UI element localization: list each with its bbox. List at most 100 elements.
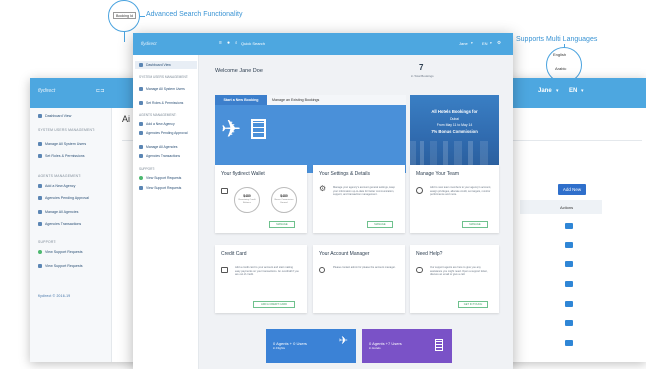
support-icon xyxy=(38,250,42,254)
flights-stat-plane-icon: ✈ xyxy=(338,335,348,347)
wallet-balance-1: $480 xyxy=(243,194,251,198)
team-icon xyxy=(416,187,423,194)
lock-icon xyxy=(139,101,143,105)
search-callout-text: Advanced Search Functionality xyxy=(146,11,243,18)
front-nav-manage-system-users[interactable]: Manage All System Users xyxy=(139,87,197,91)
wallet-balance-2-label: Bonus Commission Earned xyxy=(274,199,294,204)
front-nav-view-support[interactable]: View Support Requests xyxy=(139,176,181,180)
lang-option-english[interactable]: English xyxy=(553,52,566,57)
back-lang-chevron-icon: ▾ xyxy=(581,88,584,94)
front-nav-dashboard[interactable]: Dashboard View xyxy=(135,61,197,69)
front-nav-view-support-2[interactable]: View Support Requests xyxy=(139,186,181,190)
back-lang-menu[interactable]: EN xyxy=(569,88,577,94)
plane-icon[interactable]: ✈ xyxy=(221,118,241,142)
hotels-stat-line2: in Hotels xyxy=(369,346,381,350)
promo-card[interactable]: All Hotels Bookings for Dubai From May 1… xyxy=(410,95,499,173)
back-edit-icon-4[interactable] xyxy=(565,281,573,287)
hotel-icon[interactable] xyxy=(251,119,266,139)
back-user-chevron-icon: ▾ xyxy=(556,88,559,94)
credit-card-card: Credit Card Add a credit card to your ac… xyxy=(215,245,307,313)
total-bookings-label: in Total Bookings xyxy=(411,74,434,78)
back-edit-icon-1[interactable] xyxy=(565,223,573,229)
front-nav-agencies-transactions[interactable]: Agencies Transactions xyxy=(139,154,180,158)
wallet-card: Your flydirect Wallet $480 Remaining Cre… xyxy=(215,165,307,233)
front-nav-manage-agencies[interactable]: Manage All Agencies xyxy=(139,145,177,149)
back-edit-icon-5[interactable] xyxy=(565,301,573,307)
settings-manage-button[interactable]: MANAGE xyxy=(367,221,393,228)
team-card: Manage Your Team Add to new team members… xyxy=(410,165,499,233)
get-in-touch-button[interactable]: GET IN TOUCH xyxy=(458,301,488,308)
building-icon xyxy=(139,145,143,149)
back-nav-set-roles[interactable]: Set Roles & Permissions xyxy=(38,154,85,158)
wallet-balance-1-label: Remaining Credit Balance xyxy=(238,199,256,204)
plus-icon xyxy=(38,184,42,188)
tab-start-new-booking[interactable]: Start a New Booking xyxy=(215,95,267,105)
front-dashboard-window: flydirect ≡ ● ⌕ Quick Search Jane ▾ EN ▾… xyxy=(133,33,513,369)
plus-icon xyxy=(139,122,143,126)
dashboard-icon xyxy=(139,63,143,67)
back-nav-view-support[interactable]: View Support Requests xyxy=(38,250,83,254)
wallet-manage-button[interactable]: MANAGE xyxy=(269,221,295,228)
front-search-icon: ⌕ xyxy=(235,40,238,45)
front-quick-search-input[interactable]: Quick Search xyxy=(241,41,265,46)
credit-card-title: Credit Card xyxy=(221,251,247,257)
back-edit-icon-7[interactable] xyxy=(565,340,573,346)
front-nav-add-agency[interactable]: Add a New Agency xyxy=(139,122,175,126)
back-menu-toggle-icon[interactable]: ⊏⊐ xyxy=(96,88,104,94)
account-manager-title: Your Account Manager xyxy=(319,251,370,257)
team-title: Manage Your Team xyxy=(416,171,459,177)
person-icon xyxy=(319,267,325,273)
search-callout-badge: Booking Id xyxy=(113,12,136,19)
team-description: Add to new team members to your agency's… xyxy=(430,186,492,197)
back-section-agents: AGENTS MANAGEMENT: xyxy=(38,174,82,178)
promo-title: All Hotels Bookings for xyxy=(431,109,478,114)
flights-stat-line2: in Flights xyxy=(273,346,286,350)
users-icon xyxy=(139,87,143,91)
back-nav-agencies-pending[interactable]: Agencies Pending Approval xyxy=(38,196,89,200)
back-nav-add-agency[interactable]: Add a New Agency xyxy=(38,184,75,188)
languages-callout-text: Supports Multi Languages xyxy=(516,36,598,43)
back-add-new-button[interactable]: Add New xyxy=(558,184,586,195)
front-nav-set-roles[interactable]: Set Roles & Permissions xyxy=(139,101,183,105)
add-credit-card-button[interactable]: ADD A CREDIT CARD xyxy=(253,301,295,308)
total-bookings-value: 7 xyxy=(419,63,424,72)
back-edit-icon-3[interactable] xyxy=(565,261,573,267)
back-nav-dashboard[interactable]: Dashboard View xyxy=(38,114,71,118)
front-user-menu[interactable]: Jane xyxy=(459,41,468,46)
back-section-system-users: SYSTEM USERS MANAGEMENT: xyxy=(38,128,96,132)
front-menu-icon[interactable]: ≡ xyxy=(219,40,222,46)
promo-dates: From May 11 to May 14 xyxy=(436,123,473,127)
back-edit-icon-6[interactable] xyxy=(565,320,573,326)
front-section-system-users: SYSTEM USERS MANAGEMENT: xyxy=(139,75,189,79)
back-edit-icon-2[interactable] xyxy=(565,242,573,248)
front-nav-agencies-pending[interactable]: Agencies Pending Approval xyxy=(139,131,197,135)
chat-icon xyxy=(416,267,423,273)
help-card: Need Help? Our support agents are here t… xyxy=(410,245,499,313)
tab-manage-existing-bookings[interactable]: Manage an Existing Bookings xyxy=(267,95,406,105)
account-manager-description: Please contact admin for please the acco… xyxy=(333,266,396,269)
hotels-stat-tile: 0 Agents +7 Users in Hotels xyxy=(362,329,452,363)
back-nav-view-support-2[interactable]: View Support Requests xyxy=(38,264,83,268)
back-sidebar: Dashboard View SYSTEM USERS MANAGEMENT: … xyxy=(30,108,112,362)
back-actions-header: Actions xyxy=(560,205,574,210)
front-notification-icon[interactable]: ● xyxy=(227,40,230,46)
back-user-menu[interactable]: Jane xyxy=(538,88,552,94)
dashboard-icon xyxy=(38,114,42,118)
back-nav-manage-system-users[interactable]: Manage All System Users xyxy=(38,142,86,146)
wallet-title: Your flydirect Wallet xyxy=(221,171,265,177)
front-settings-icon[interactable]: ⚙ xyxy=(497,40,501,46)
back-nav-agencies-transactions[interactable]: Agencies Transactions xyxy=(38,222,81,226)
hotels-stat-building-icon xyxy=(435,339,443,351)
front-lang-menu[interactable]: EN xyxy=(482,41,488,46)
clock-icon xyxy=(139,131,143,135)
search-callout-connector xyxy=(124,32,125,42)
back-nav-manage-agencies[interactable]: Manage All Agencies xyxy=(38,210,78,214)
team-manage-button[interactable]: MANAGE xyxy=(462,221,488,228)
booking-panel: Start a New Booking Manage an Existing B… xyxy=(215,95,406,173)
search-callout-line xyxy=(140,16,145,17)
settings-title: Your Settings & Details xyxy=(319,171,370,177)
front-logo: flydirect xyxy=(141,41,157,46)
lock-icon xyxy=(38,154,42,158)
lang-option-arabic[interactable]: Arabic xyxy=(555,66,566,71)
back-footer: flydirect © 2016-19 xyxy=(38,294,71,298)
